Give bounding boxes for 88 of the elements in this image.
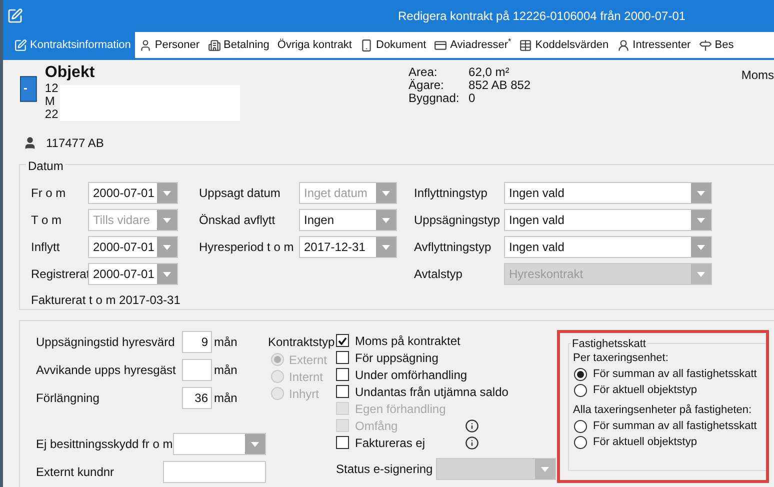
radio-label: För aktuell objektstyp	[593, 382, 697, 398]
field-label: Fr o m	[31, 185, 67, 202]
field-label: Uppsägningstyp	[414, 212, 502, 229]
field-label: Förlängning	[36, 390, 100, 407]
fact-value: 0	[468, 92, 476, 105]
person-icon	[616, 38, 630, 52]
fact-label: Byggnad:	[408, 92, 460, 105]
person-name: 117477 AB	[46, 135, 104, 152]
window-title: Redigera kontrakt på 12226-0106004 från 2000-07-01	[398, 8, 686, 25]
radio-button[interactable]	[574, 420, 587, 432]
dropdown-field[interactable]	[436, 458, 556, 480]
checkbox-label: För uppsägning	[355, 350, 440, 366]
group-label: Kontraktstyp	[268, 334, 336, 351]
checkbox-label: Egen förhandling	[355, 400, 447, 418]
radio-button[interactable]	[574, 384, 587, 396]
checkbox[interactable]	[336, 334, 349, 347]
input-field[interactable]	[182, 359, 212, 381]
signpost-icon	[698, 38, 712, 52]
field-label: Ej besittningsskydd fr o m	[36, 436, 173, 453]
radio-button[interactable]	[574, 368, 587, 380]
dropdown-field[interactable]	[172, 433, 266, 455]
door-icon	[20, 76, 37, 102]
checkbox-label: Omfång	[355, 418, 399, 434]
checkbox-label: Undantas från utjämna saldo	[355, 384, 508, 400]
dropdown-field[interactable]: Ingen vald	[504, 209, 712, 231]
fact-value: 62,0 m²	[468, 66, 510, 79]
object-detail: 22	[44, 108, 58, 121]
fact-value: 852 AB 852	[468, 79, 532, 92]
checkbox[interactable]	[336, 436, 349, 449]
edit-icon	[14, 38, 27, 52]
field-label: Inflyttningstyp	[414, 185, 488, 202]
field-label: Avflyttningstyp	[414, 239, 492, 256]
group-heading: Alla taxeringsenheter på fastigheten:	[573, 403, 753, 418]
field-label: Uppsägningstid hyresvärd	[36, 334, 176, 351]
field-label: Inflytt	[31, 239, 61, 256]
column-heading: Moms	[741, 67, 774, 84]
fact-label: Area:	[408, 66, 438, 79]
dropdown-field[interactable]: 2000-07-01	[88, 263, 178, 285]
info-icon[interactable]	[465, 436, 479, 450]
radio-label: Internt	[289, 368, 324, 386]
checkbox[interactable]	[336, 368, 349, 381]
radio-label: För summan av all fastighetsskatt	[593, 366, 757, 382]
building-icon	[208, 38, 221, 52]
person-icon	[138, 38, 152, 52]
phone-icon	[360, 38, 373, 52]
input-field[interactable]	[163, 461, 266, 483]
table-icon	[519, 38, 532, 52]
checkbox-label: Faktureras ej	[355, 434, 426, 452]
unit-label: mån	[214, 390, 238, 407]
invoiced-text: Fakturerat t o m 2017-03-31	[31, 292, 182, 309]
edit-icon	[7, 8, 23, 24]
unit-label: mån	[214, 334, 238, 351]
group-heading: Per taxeringsenhet:	[573, 351, 670, 366]
field-label: T o m	[31, 212, 62, 229]
field-label: Externt kundnr	[36, 464, 116, 481]
fact-label: Ägare:	[408, 79, 445, 92]
radio-label: För summan av all fastighetsskatt	[593, 418, 757, 434]
dropdown-field[interactable]: 2017-12-31	[299, 236, 397, 258]
dropdown-field[interactable]: 2000-07-01	[88, 236, 178, 258]
tab[interactable]: Kontraktsinformation	[10, 32, 135, 58]
input-field[interactable]: 9	[182, 331, 212, 353]
dropdown-field[interactable]: Ingen vald	[504, 236, 712, 258]
input-field[interactable]: 36	[182, 387, 212, 409]
radio-label: För aktuell objektstyp	[593, 434, 697, 450]
field-label: Avtalstyp	[414, 266, 464, 283]
radio-label: Inhyrt	[289, 386, 320, 402]
checkbox[interactable]	[336, 351, 349, 364]
field-label: Uppsagt datum	[199, 185, 282, 202]
dropdown-field[interactable]: Ingen	[299, 209, 397, 231]
unit-label: mån	[214, 362, 238, 379]
object-heading: Objekt	[44, 64, 96, 82]
field-label: Avvikande upps hyresgäst	[36, 362, 177, 379]
dropdown-field[interactable]: 2000-07-01	[88, 182, 178, 204]
radio-button[interactable]	[574, 436, 587, 448]
field-label: Önskad avflytt	[199, 212, 276, 229]
object-detail: M	[44, 95, 56, 108]
checkbox-label: Under omförhandling	[355, 366, 468, 384]
field-label: Hyresperiod t o m	[199, 239, 295, 256]
person-icon	[23, 136, 37, 150]
checkbox-label: Moms på kontraktet	[355, 332, 460, 350]
checkbox[interactable]	[336, 385, 349, 398]
card-icon	[434, 38, 448, 52]
dropdown-field[interactable]: Ingen vald	[504, 182, 712, 204]
field-label: Status e-signering	[336, 461, 434, 478]
group-title: Fastighetsskatt	[571, 336, 647, 352]
object-detail: 12	[44, 82, 58, 95]
field-label: Registrerat	[31, 266, 88, 283]
radio-label: Externt	[289, 352, 328, 368]
